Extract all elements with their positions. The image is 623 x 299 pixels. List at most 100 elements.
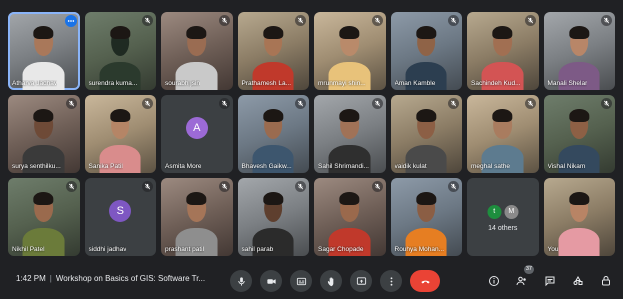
participant-tile[interactable]: Ssiddhi jadhav — [84, 178, 156, 256]
participant-tile[interactable]: Manali Shelar — [543, 12, 615, 90]
participant-tile[interactable]: meghal sathe — [467, 95, 539, 173]
participant-tile[interactable]: prashant patil — [161, 178, 233, 256]
participant-name: surya senthilku... — [12, 163, 61, 170]
participant-tile[interactable]: Sahil Shrimandi... — [314, 95, 386, 173]
participant-tile[interactable]: Nikhil Patel — [8, 178, 80, 256]
mic-off-icon — [68, 183, 74, 190]
participant-name: Asmita More — [165, 163, 202, 170]
people-count-badge: 37 — [523, 265, 534, 274]
avatar: S — [109, 199, 132, 222]
participant-name: sourabh jsin — [165, 80, 201, 87]
participant-tile[interactable]: surya senthilku... — [8, 95, 80, 173]
mic-off-indicator — [601, 15, 612, 26]
participant-name: Sachindeh Kud... — [471, 80, 521, 87]
participant-tile[interactable]: Sachindeh Kud... — [467, 12, 539, 90]
participant-tile[interactable]: Sagar Chopade — [314, 178, 386, 256]
mic-off-icon — [603, 17, 610, 24]
mic-off-indicator — [142, 15, 153, 26]
participant-name: prashant patil — [165, 246, 205, 253]
participant-tile[interactable]: vaidik kulat — [390, 95, 462, 173]
mic-off-indicator — [65, 181, 77, 192]
participant-tile[interactable]: Aman Kamble — [390, 12, 462, 90]
chat-button[interactable] — [541, 270, 559, 292]
meeting-details-button[interactable] — [485, 270, 503, 292]
participant-name: You — [547, 246, 559, 253]
mic-off-icon — [527, 100, 533, 107]
participant-grid: Atharva Jadhav surendra kuma... sourabh js… — [8, 12, 615, 256]
mic-off-indicator — [371, 98, 383, 109]
participant-name: Aman Kamble — [394, 80, 436, 87]
participant-tile[interactable]: Vishal Nikam — [543, 95, 615, 173]
mic-off-icon — [374, 100, 380, 107]
mic-off-icon — [144, 100, 151, 107]
mic-off-icon — [450, 17, 457, 24]
mic-off-icon — [221, 100, 227, 107]
participant-tile[interactable]: sahil parab — [237, 178, 309, 256]
participant-name: Vishal Nikam — [547, 163, 586, 170]
participant-name: Bhavesh Gaikw... — [241, 163, 292, 170]
mic-off-icon — [374, 183, 380, 190]
avatar: A — [185, 116, 208, 139]
activities-icon — [573, 275, 583, 285]
clock-time: 1:42 PM — [16, 274, 46, 283]
participant-name: sahil parab — [241, 246, 274, 253]
participant-name: meghal sathe — [471, 163, 511, 170]
people-button[interactable]: 37 — [513, 265, 534, 292]
camera-button[interactable] — [260, 270, 282, 292]
mic-off-icon — [374, 17, 380, 24]
mic-off-icon — [297, 100, 304, 107]
video-feed — [558, 189, 600, 256]
tile-options-button[interactable] — [64, 15, 77, 27]
camera-icon — [266, 278, 276, 284]
mic-off-indicator — [295, 181, 306, 192]
meeting-info: 1:42 PM | Workshop on Basics of GIS: Softw… — [16, 274, 216, 283]
participant-name: mrunmayi shin... — [318, 80, 366, 87]
mic-off-indicator — [295, 98, 306, 109]
participant-tile[interactable]: Bhavesh Gaikw... — [237, 95, 309, 173]
participant-tile[interactable]: Prathamesh La... — [237, 12, 309, 90]
mic-off-icon — [450, 100, 457, 107]
mic-button[interactable] — [230, 270, 252, 292]
captions-button[interactable] — [290, 270, 312, 292]
participant-tile[interactable]: Atharva Jadhav — [8, 12, 80, 90]
more-options-button[interactable] — [380, 270, 402, 292]
mic-off-icon — [221, 183, 227, 190]
participant-name: Prathamesh La... — [241, 80, 292, 87]
mic-off-icon — [527, 17, 533, 24]
mic-off-icon — [297, 17, 304, 24]
participant-tile[interactable]: t M 14 others — [467, 178, 539, 256]
participant-tile[interactable]: mrunmayi shin... — [314, 12, 386, 90]
mic-off-icon — [603, 100, 610, 107]
host-controls-button[interactable] — [597, 270, 615, 292]
mic-off-indicator — [142, 181, 153, 192]
mic-icon — [237, 276, 245, 286]
more-vert-icon — [390, 276, 392, 286]
mic-off-indicator — [524, 15, 536, 26]
participant-tile[interactable]: A Asmita More — [161, 95, 233, 173]
others-avatars: tM — [487, 204, 519, 219]
participant-tile[interactable]: sourabh jsin — [161, 12, 233, 90]
participant-name: surendra kuma... — [88, 80, 138, 87]
info-icon — [489, 276, 499, 286]
participant-name: Sanika Patil — [88, 163, 123, 170]
present-button[interactable] — [350, 270, 372, 292]
call-controls — [230, 270, 440, 292]
mic-off-icon — [221, 17, 227, 24]
participant-tile[interactable]: Sanika Patil — [84, 95, 156, 173]
mic-off-icon — [68, 100, 74, 107]
mic-off-indicator — [524, 98, 536, 109]
participant-tile[interactable]: You — [543, 178, 615, 256]
others-count-label: 14 others — [488, 224, 518, 232]
raise-hand-button[interactable] — [320, 270, 342, 292]
mic-off-icon — [144, 183, 151, 190]
participant-tile[interactable]: surendra kuma... — [84, 12, 156, 90]
participant-tile[interactable]: Rouhya Mohan... — [390, 178, 462, 256]
mic-off-indicator — [218, 98, 230, 109]
participant-name: Manali Shelar — [547, 80, 588, 87]
participant-name: Sahil Shrimandi... — [318, 163, 369, 170]
participant-name: Sagar Chopade — [318, 246, 364, 253]
leave-call-button[interactable] — [410, 270, 440, 292]
activities-button[interactable] — [569, 270, 587, 292]
side-panel-controls: 37 — [485, 265, 615, 292]
participant-name: vaidik kulat — [394, 163, 427, 170]
